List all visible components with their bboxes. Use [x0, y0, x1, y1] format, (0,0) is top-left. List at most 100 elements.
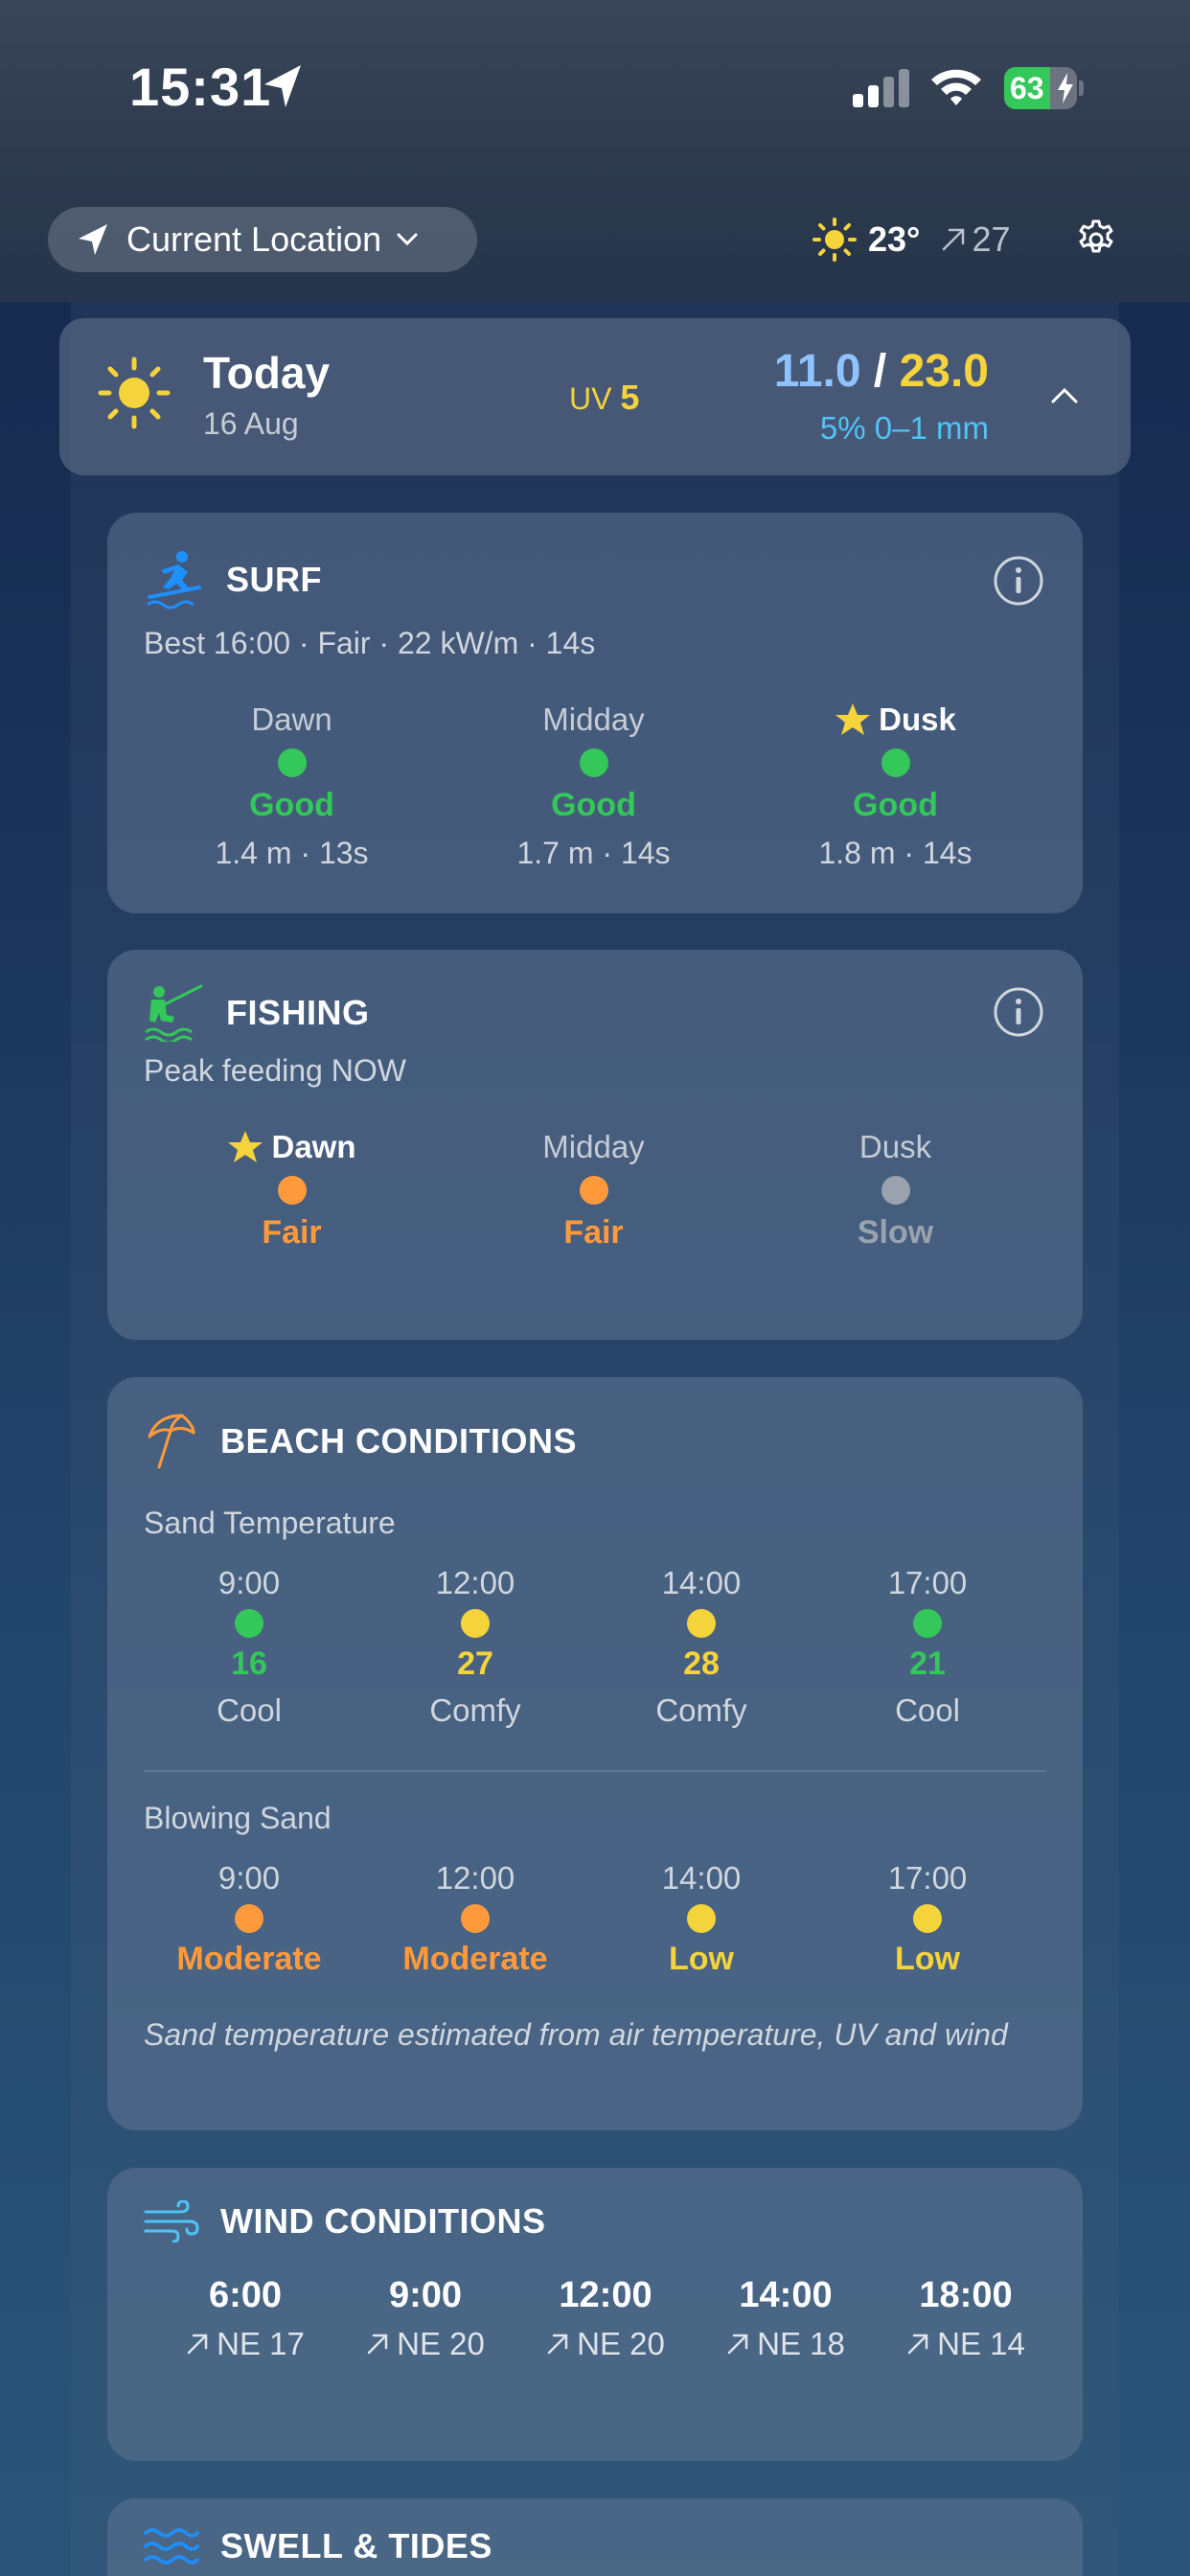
rating-dot — [687, 1904, 716, 1933]
temp-low: 11.0 — [773, 346, 861, 397]
slot-desc: Cool — [217, 1692, 282, 1728]
swell-tides-card: SWELL & TIDES — [107, 2498, 1083, 2576]
sand-temp-slot: 17:00 21 Cool — [814, 1565, 1041, 1729]
location-arrow-icon — [79, 224, 107, 255]
sun-icon — [98, 356, 171, 429]
rating-dot — [277, 1176, 307, 1205]
slot-wind: NE 14 — [876, 2326, 1056, 2362]
swell-title: SWELL & TIDES — [220, 2526, 492, 2565]
sand-temp-slot: 14:00 28 Comfy — [588, 1565, 814, 1729]
today-summary-card[interactable]: Today 16 Aug UV 5 11.0 / 23.0 5% 0–1 mm — [59, 318, 1131, 475]
fishing-header: FISHING — [144, 984, 370, 1042]
current-wind: 27 — [941, 219, 1011, 260]
wind-direction-arrow-icon — [727, 2334, 748, 2355]
fishing-card: FISHING Peak feeding NOW Dawn Fair Midda… — [107, 950, 1083, 1340]
battery-percent: 63 — [1010, 71, 1044, 105]
location-selector[interactable]: Current Location — [48, 207, 477, 272]
sand-temp-slot: 12:00 27 Comfy — [362, 1565, 588, 1729]
period-detail: 1.4 m · 13s — [215, 836, 369, 870]
rating-dot — [913, 1609, 942, 1638]
wind-slot: 9:00 NE 20 — [335, 2275, 515, 2362]
slot-value: 21 — [909, 1645, 946, 1682]
surf-header: SURF — [144, 549, 322, 610]
beach-header: BEACH CONDITIONS — [144, 1412, 577, 1471]
period-name: Midday — [542, 1129, 645, 1164]
slot-desc: Comfy — [429, 1692, 521, 1728]
settings-gear-icon[interactable] — [1075, 218, 1117, 261]
temperature-range: 11.0 / 23.0 — [774, 345, 989, 398]
wind-value: NE 20 — [577, 2326, 665, 2361]
surfer-icon — [147, 551, 201, 610]
rating-dot — [235, 1609, 263, 1638]
rating-dot — [277, 748, 307, 777]
period-name-best: Dusk — [744, 699, 1046, 741]
slot-time: 14:00 — [739, 2275, 833, 2315]
star-icon — [228, 1131, 263, 1162]
period-rating: Fair — [563, 1214, 624, 1251]
sand-temperature-label: Sand Temperature — [144, 1506, 396, 1540]
period-rating: Slow — [857, 1214, 934, 1251]
rating-dot — [235, 1904, 263, 1933]
beach-umbrella-icon — [148, 1414, 195, 1469]
slot-wind: NE 18 — [696, 2326, 876, 2362]
wind-direction-arrow-icon — [547, 2334, 568, 2355]
uv-value: 5 — [620, 378, 640, 417]
surf-card: SURF Best 16:00 · Fair · 22 kW/m · 14s D… — [107, 513, 1083, 913]
wind-slot: 6:00 NE 17 — [155, 2275, 335, 2362]
slot-value: Low — [669, 1941, 734, 1977]
today-title: Today — [203, 348, 331, 398]
wind-value: NE 18 — [757, 2326, 845, 2361]
swell-header: SWELL & TIDES — [144, 2525, 492, 2567]
slot-time: 9:00 — [217, 1860, 281, 1896]
period-rating: Fair — [262, 1214, 322, 1251]
star-icon — [835, 703, 871, 735]
info-icon[interactable] — [993, 986, 1044, 1038]
fishing-period: Dusk Slow — [744, 1126, 1046, 1252]
rating-dot — [461, 1609, 490, 1638]
fisherman-icon — [145, 984, 203, 1042]
wind-conditions-card: WIND CONDITIONS 6:00 NE 17 9:00 NE 20 12… — [107, 2168, 1083, 2461]
blowing-sand-label: Blowing Sand — [144, 1801, 332, 1835]
rating-dot — [881, 748, 910, 777]
surf-period: Dawn Good 1.4 m · 13s — [141, 699, 443, 871]
slot-desc: Comfy — [655, 1692, 747, 1728]
info-icon[interactable] — [993, 555, 1044, 607]
chevron-up-icon[interactable] — [1050, 385, 1079, 404]
period-name: Dusk — [858, 1129, 932, 1164]
wind-direction-arrow-icon — [187, 2334, 208, 2355]
rating-dot — [687, 1609, 716, 1638]
period-rating: Good — [551, 787, 636, 823]
surf-periods: Dawn Good 1.4 m · 13s Midday Good 1.7 m … — [107, 699, 1083, 871]
rating-dot — [913, 1904, 942, 1933]
wind-direction-arrow-icon — [367, 2334, 388, 2355]
slot-wind: NE 17 — [155, 2326, 335, 2362]
fishing-period: Dawn Fair — [141, 1126, 443, 1252]
uv-index: UV 5 — [569, 378, 639, 418]
wind-header: WIND CONDITIONS — [144, 2200, 545, 2242]
rating-dot — [579, 748, 608, 777]
cellular-signal-icon — [853, 69, 909, 107]
blowing-sand-slot: 12:00 Moderate — [362, 1860, 588, 1978]
waves-icon — [144, 2528, 199, 2564]
wind-direction-arrow-icon — [943, 228, 965, 251]
status-time: 15:31 — [129, 57, 272, 117]
wind-value: NE 20 — [397, 2326, 485, 2361]
slot-wind: NE 20 — [515, 2326, 696, 2362]
current-weather-summary: 23° 27 — [812, 213, 1011, 266]
slot-time: 12:00 — [559, 2275, 652, 2315]
battery-indicator: 63 — [1004, 67, 1085, 109]
slot-desc: Cool — [895, 1692, 960, 1728]
current-wind-speed: 27 — [972, 219, 1011, 259]
fishing-periods: Dawn Fair Midday Fair Dusk Slow — [107, 1126, 1083, 1252]
section-divider — [144, 1770, 1046, 1772]
surf-period: Midday Good 1.7 m · 14s — [443, 699, 744, 871]
wind-slot: 18:00 NE 14 — [876, 2275, 1056, 2362]
fishing-title: FISHING — [226, 993, 370, 1032]
period-detail: 1.7 m · 14s — [516, 836, 671, 870]
wind-slot: 14:00 NE 18 — [696, 2275, 876, 2362]
period-name: Dusk — [879, 702, 956, 737]
sand-temperature-row: 9:00 16 Cool 12:00 27 Comfy 14:00 28 Com… — [136, 1565, 1056, 1729]
beach-conditions-card: BEACH CONDITIONS Sand Temperature 9:00 1… — [107, 1377, 1083, 2130]
fishing-summary: Peak feeding NOW — [144, 1053, 406, 1088]
sand-temperature-note: Sand temperature estimated from air temp… — [144, 2017, 1008, 2052]
